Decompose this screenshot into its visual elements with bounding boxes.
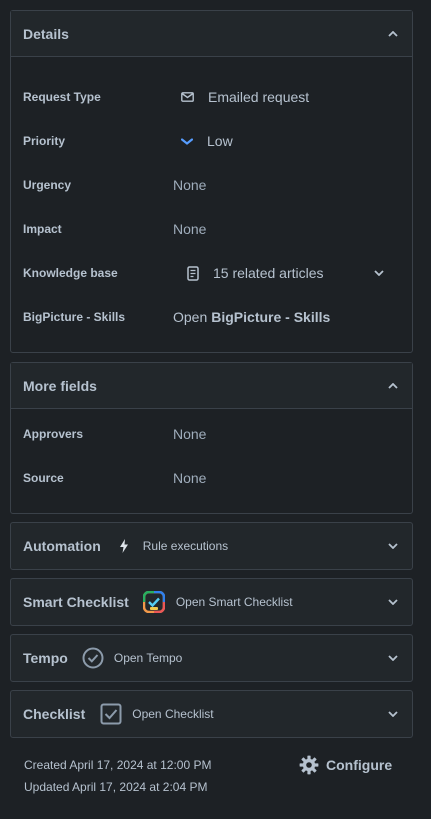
smart-checklist-title: Smart Checklist bbox=[23, 594, 129, 610]
more-fields-header[interactable]: More fields bbox=[11, 363, 412, 409]
field-source: Source None bbox=[23, 463, 400, 493]
details-title: Details bbox=[23, 25, 69, 42]
chevron-up-icon[interactable] bbox=[386, 379, 400, 393]
approvers-value[interactable]: None bbox=[173, 426, 206, 442]
smart-checklist-sub: Open Smart Checklist bbox=[175, 595, 293, 609]
automation-panel[interactable]: Automation Rule executions bbox=[10, 522, 413, 570]
link-bold: BigPicture - Skills bbox=[211, 309, 331, 325]
configure-label: Configure bbox=[326, 757, 393, 773]
more-fields-panel: More fields Approvers None Source None bbox=[10, 362, 413, 514]
field-label: Impact bbox=[23, 222, 62, 236]
bigpicture-skills-link[interactable]: Open BigPicture - Skills bbox=[173, 309, 330, 325]
field-impact: Impact None bbox=[23, 214, 400, 244]
field-label: Approvers bbox=[23, 427, 84, 441]
automation-title: Automation bbox=[23, 538, 101, 554]
checklist-panel[interactable]: Checklist Open Checklist bbox=[10, 690, 413, 738]
checkbox-icon bbox=[100, 703, 122, 725]
more-fields-title: More fields bbox=[23, 377, 97, 394]
field-value[interactable]: 15 related articles bbox=[173, 265, 400, 281]
field-label: BigPicture - Skills bbox=[23, 310, 126, 324]
created-timestamp: Created April 17, 2024 at 12:00 PM bbox=[24, 758, 212, 772]
link-prefix: Open bbox=[173, 309, 208, 325]
updated-timestamp: Updated April 17, 2024 at 2:04 PM bbox=[24, 780, 208, 794]
field-label: Request Type bbox=[23, 90, 101, 104]
chevron-down-icon[interactable] bbox=[386, 707, 400, 721]
tempo-check-circle-icon bbox=[82, 647, 104, 669]
field-label: Source bbox=[23, 471, 64, 485]
checklist-sub: Open Checklist bbox=[132, 707, 214, 721]
tempo-panel[interactable]: Tempo Open Tempo bbox=[10, 634, 413, 682]
field-label: Urgency bbox=[23, 178, 72, 192]
field-label: Knowledge base bbox=[23, 266, 118, 280]
gear-icon bbox=[299, 755, 319, 775]
field-approvers: Approvers None bbox=[23, 419, 400, 449]
chevron-down-icon[interactable] bbox=[386, 539, 400, 553]
tempo-title: Tempo bbox=[23, 650, 68, 666]
field-bigpicture-skills: BigPicture - Skills Open BigPicture - Sk… bbox=[23, 302, 400, 332]
smart-checklist-panel[interactable]: Smart Checklist Open Smart Checklist bbox=[10, 578, 413, 626]
article-icon bbox=[187, 265, 199, 281]
field-knowledge-base: Knowledge base 15 related articles bbox=[23, 258, 400, 288]
configure-button[interactable]: Configure bbox=[299, 755, 392, 775]
lightning-icon bbox=[119, 539, 129, 553]
chevron-down-icon[interactable] bbox=[372, 266, 386, 280]
impact-value[interactable]: None bbox=[173, 221, 206, 237]
tempo-sub: Open Tempo bbox=[113, 651, 183, 665]
details-header[interactable]: Details bbox=[11, 11, 412, 57]
field-label: Priority bbox=[23, 134, 66, 148]
chevron-down-icon[interactable] bbox=[386, 651, 400, 665]
field-value[interactable]: Low bbox=[173, 133, 233, 149]
automation-sub: Rule executions bbox=[142, 539, 229, 553]
knowledge-base-value: 15 related articles bbox=[213, 265, 324, 281]
checklist-title: Checklist bbox=[23, 706, 86, 722]
field-priority: Priority Low bbox=[23, 126, 400, 156]
details-panel: Details Request Type Emailed request Pri… bbox=[10, 10, 413, 353]
field-value[interactable]: Emailed request bbox=[173, 89, 309, 105]
priority-value: Low bbox=[207, 133, 233, 149]
chevron-up-icon[interactable] bbox=[386, 27, 400, 41]
smart-checklist-icon bbox=[142, 591, 165, 613]
mail-icon bbox=[181, 92, 194, 102]
urgency-value[interactable]: None bbox=[173, 177, 206, 193]
chevron-low-priority-icon bbox=[181, 137, 193, 145]
chevron-down-icon[interactable] bbox=[386, 595, 400, 609]
source-value[interactable]: None bbox=[173, 470, 206, 486]
field-urgency: Urgency None bbox=[23, 170, 400, 200]
field-request-type: Request Type Emailed request bbox=[23, 82, 400, 112]
request-type-value: Emailed request bbox=[208, 89, 310, 105]
